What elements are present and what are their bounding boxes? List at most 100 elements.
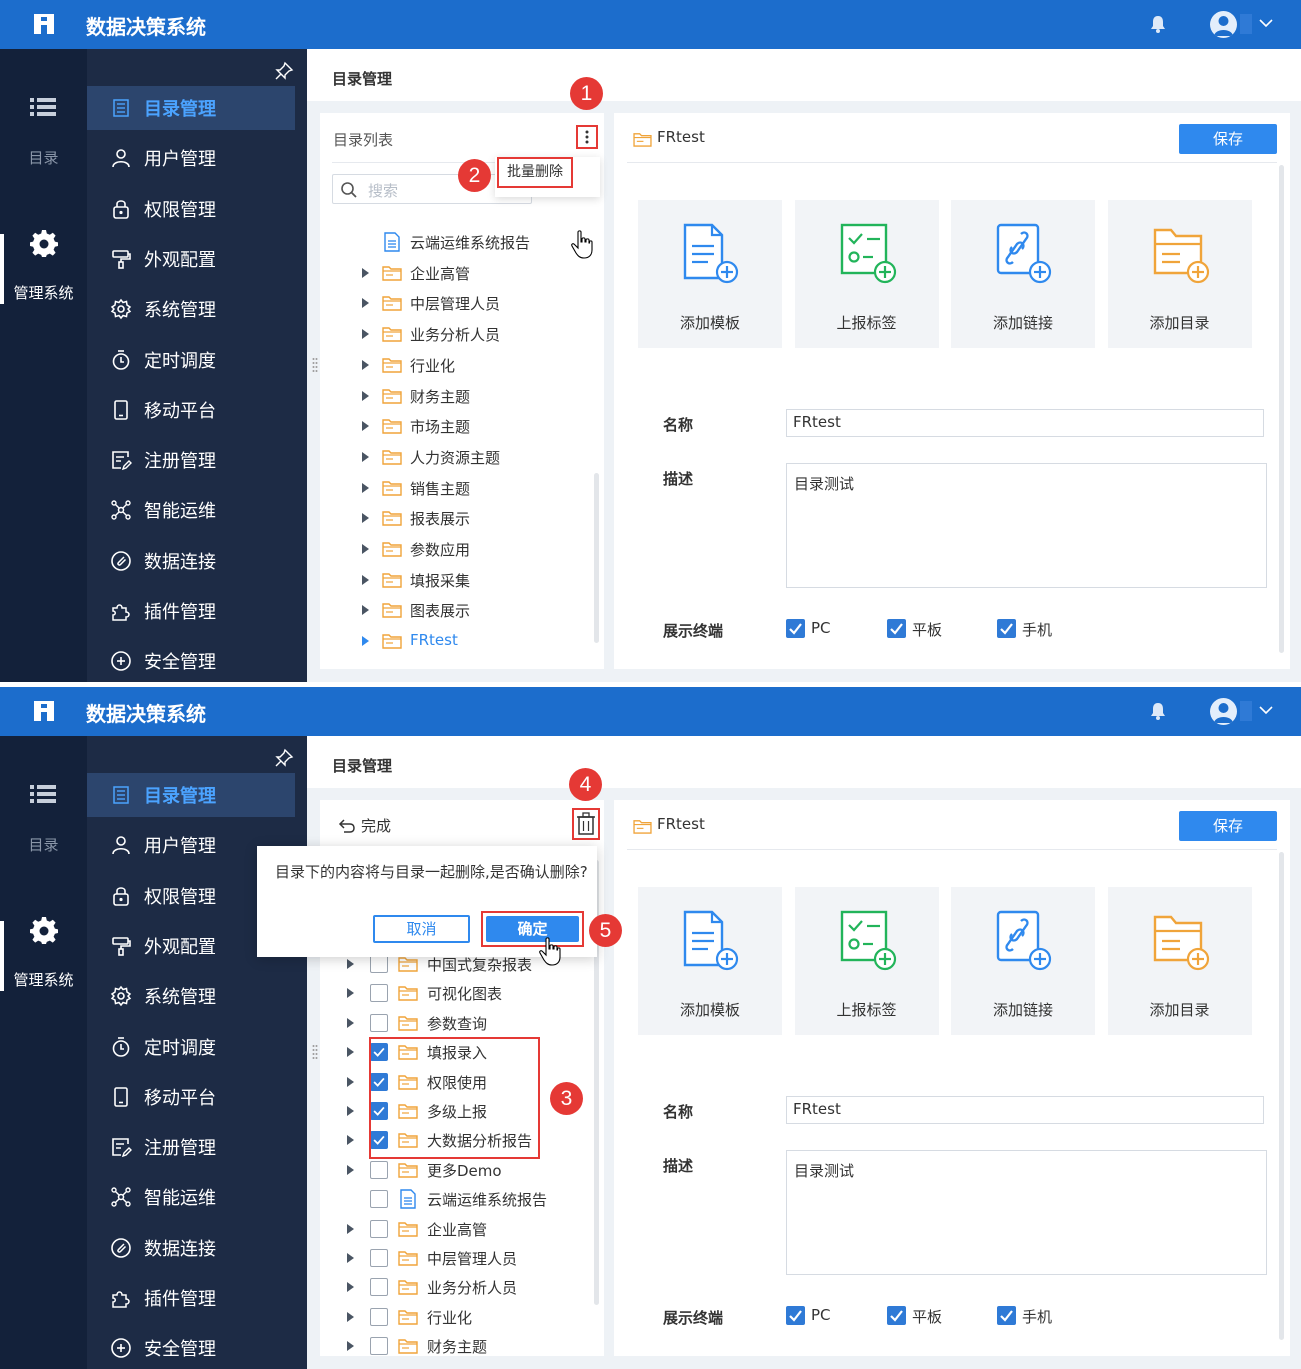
terminal-checkbox-2[interactable] [997,619,1016,638]
tree-row[interactable]: 云端运维系统报告 [320,227,590,257]
expand-arrow-icon[interactable] [362,544,369,554]
action-card-3[interactable]: 添加目录 [1107,887,1252,1035]
gear-icon[interactable] [30,229,58,257]
expand-arrow-icon[interactable] [347,1282,354,1293]
resize-handle-icon[interactable] [312,357,318,373]
expand-arrow-icon[interactable] [362,605,369,616]
tree-row[interactable]: 云端运维系统报告 [320,1184,590,1214]
action-card-2[interactable]: 添加链接 [951,887,1095,1035]
save-button[interactable]: 保存 [1179,124,1277,154]
resize-handle-icon[interactable] [312,1044,318,1060]
expand-arrow-icon[interactable] [347,1164,354,1175]
avatar[interactable] [1210,11,1237,38]
bell-icon[interactable] [1148,701,1168,721]
expand-arrow-icon[interactable] [362,574,369,585]
expand-arrow-icon[interactable] [347,959,354,969]
nav-catalog-label[interactable]: 目录 [0,147,87,168]
tree-row[interactable]: FRtest [320,626,590,656]
menu-item-7[interactable]: 注册管理 [87,438,295,482]
expand-arrow-icon[interactable] [362,359,369,370]
row-checkbox[interactable] [370,1278,388,1297]
avatar[interactable] [1210,698,1237,725]
tree-row[interactable]: 销售主题 [320,473,590,503]
row-checkbox[interactable] [370,1190,388,1209]
terminal-checkbox-1[interactable] [887,1306,906,1325]
menu-item-11[interactable]: 安全管理 [87,1326,295,1369]
menu-item-8[interactable]: 智能运维 [87,488,295,532]
tree-row[interactable]: 中层管理人员 [320,288,590,318]
action-card-0[interactable]: 添加模板 [638,887,782,1035]
confirm-button[interactable]: 确定 [486,916,579,942]
chevron-down-icon[interactable] [1257,703,1275,717]
row-checkbox[interactable] [370,1013,388,1032]
expand-arrow-icon[interactable] [347,1135,354,1146]
tree-row[interactable]: 财务主题 [320,381,590,411]
action-card-1[interactable]: 上报标签 [794,200,939,348]
tree-row[interactable]: 可视化图表 [320,978,590,1008]
tree-row[interactable]: 参数查询 [320,1008,590,1038]
catalog-list-icon[interactable] [30,784,56,804]
cancel-button[interactable]: 取消 [373,915,470,943]
expand-arrow-icon[interactable] [347,1047,354,1058]
save-button[interactable]: 保存 [1179,811,1277,841]
menu-item-7[interactable]: 注册管理 [87,1125,295,1169]
tree-row[interactable]: 企业高管 [320,258,590,288]
menu-item-5[interactable]: 定时调度 [87,1025,295,1069]
expand-arrow-icon[interactable] [362,513,369,524]
expand-arrow-icon[interactable] [362,636,369,647]
terminal-checkbox-0[interactable] [786,1306,805,1325]
tree-row[interactable]: 市场主题 [320,411,590,441]
menu-item-10[interactable]: 插件管理 [87,1276,295,1320]
tree-row[interactable]: 人力资源主题 [320,442,590,472]
menu-item-0[interactable]: 目录管理 [87,773,295,817]
expand-arrow-icon[interactable] [362,482,369,493]
undo-icon[interactable] [338,818,356,834]
menu-item-5[interactable]: 定时调度 [87,338,295,382]
tree-row[interactable]: 财务主题 [320,1331,590,1361]
tree-row[interactable]: 报表展示 [320,503,590,533]
row-checkbox[interactable] [370,1249,388,1267]
tree-row[interactable]: 图表展示 [320,595,590,625]
expand-arrow-icon[interactable] [362,451,369,462]
expand-arrow-icon[interactable] [347,1017,354,1028]
pin-icon[interactable] [274,61,294,81]
delete-button[interactable] [572,808,600,840]
description-field[interactable]: 目录测试 [786,1150,1267,1275]
action-card-2[interactable]: 添加链接 [951,200,1095,348]
menu-item-6[interactable]: 移动平台 [87,1075,295,1119]
action-card-3[interactable]: 添加目录 [1107,200,1252,348]
more-options-button[interactable] [576,125,598,149]
row-checkbox[interactable] [370,1307,388,1326]
menu-item-0[interactable]: 目录管理 [87,86,295,130]
pin-icon[interactable] [274,748,294,768]
tree-row[interactable]: 参数应用 [320,534,590,564]
tree-row[interactable]: 业务分析人员 [320,1272,590,1302]
menu-item-2[interactable]: 权限管理 [87,187,295,231]
tree-row[interactable]: 行业化 [320,350,590,380]
expand-arrow-icon[interactable] [362,390,369,401]
menu-item-9[interactable]: 数据连接 [87,1226,295,1270]
catalog-list-icon[interactable] [30,97,56,117]
batch-delete-menu-item[interactable]: 批量删除 [497,157,573,188]
row-checkbox[interactable] [370,984,388,1003]
gear-icon[interactable] [30,916,58,944]
terminal-checkbox-2[interactable] [997,1306,1016,1325]
expand-arrow-icon[interactable] [347,1253,354,1263]
row-checkbox[interactable] [370,1337,388,1356]
expand-arrow-icon[interactable] [347,1311,354,1322]
chevron-down-icon[interactable] [1257,16,1275,30]
done-button[interactable]: 完成 [361,815,391,836]
tree-row[interactable]: 填报采集 [320,565,590,595]
menu-item-6[interactable]: 移动平台 [87,388,295,432]
action-card-1[interactable]: 上报标签 [794,887,939,1035]
nav-management-label[interactable]: 管理系统 [0,282,87,303]
row-checkbox[interactable] [370,955,388,973]
expand-arrow-icon[interactable] [362,329,369,340]
expand-arrow-icon[interactable] [362,267,369,278]
tree-row[interactable]: 行业化 [320,1302,590,1332]
action-card-0[interactable]: 添加模板 [638,200,782,348]
nav-management-label[interactable]: 管理系统 [0,969,87,990]
terminal-checkbox-0[interactable] [786,619,805,638]
row-checkbox[interactable] [370,1219,388,1238]
expand-arrow-icon[interactable] [347,1106,354,1116]
